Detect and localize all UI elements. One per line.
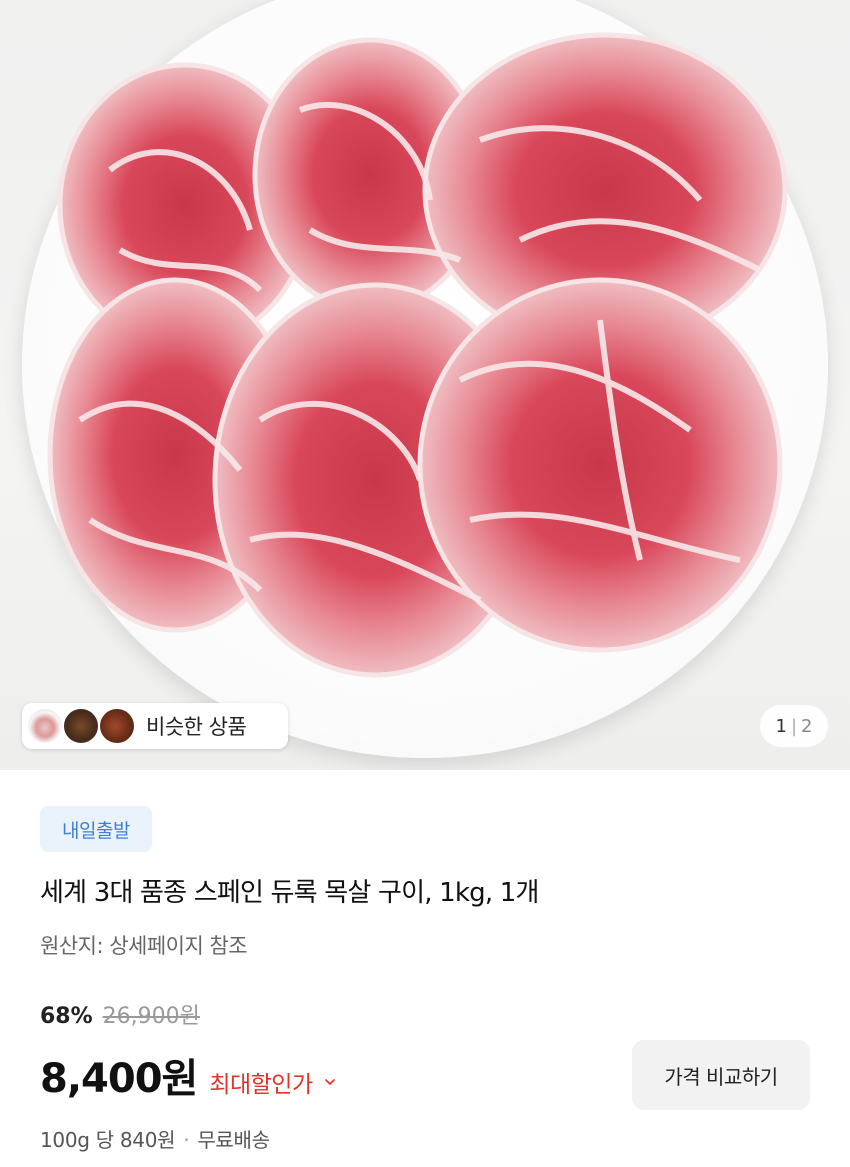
shipping-info: 무료배송 <box>197 1128 270 1152</box>
product-image-carousel[interactable]: 비슷한 상품 1 | 2 <box>0 0 850 770</box>
max-discount-dropdown[interactable]: 최대할인가 <box>209 1065 335 1099</box>
delivery-badge: 내일출발 <box>40 806 152 852</box>
sale-price: 8,400원 <box>40 1056 198 1102</box>
image-pager: 1 | 2 <box>760 705 828 747</box>
discount-percent: 68% <box>40 1004 93 1029</box>
similar-product-thumbnail <box>98 707 136 745</box>
compare-price-button[interactable]: 가격 비교하기 <box>632 1040 810 1110</box>
unit-price-row: 100g 당 840원 · 무료배송 <box>40 1124 270 1153</box>
separator-dot: · <box>183 1128 190 1152</box>
chevron-down-icon <box>324 1079 335 1085</box>
unit-price: 100g 당 840원 <box>40 1128 176 1152</box>
pager-separator: | <box>790 715 798 737</box>
similar-products-button[interactable]: 비슷한 상품 <box>22 703 288 749</box>
similar-products-label: 비슷한 상품 <box>146 715 247 739</box>
meat-slices-image <box>47 32 788 678</box>
price-row: 8,400원 최대할인가 <box>40 1046 335 1104</box>
similar-product-thumbnail <box>62 707 100 745</box>
pager-current: 1 <box>775 715 787 737</box>
product-title: 세계 3대 품종 스페인 듀록 목살 구이, 1kg, 1개 <box>40 878 539 908</box>
origin-info: 원산지: 상세페이지 참조 <box>40 934 248 958</box>
similar-product-thumbnail <box>26 707 64 745</box>
discount-row: 68% 26,900원 <box>40 998 200 1030</box>
pager-total: 2 <box>801 715 813 737</box>
max-discount-label: 최대할인가 <box>209 1072 313 1098</box>
original-price: 26,900원 <box>102 1004 200 1029</box>
